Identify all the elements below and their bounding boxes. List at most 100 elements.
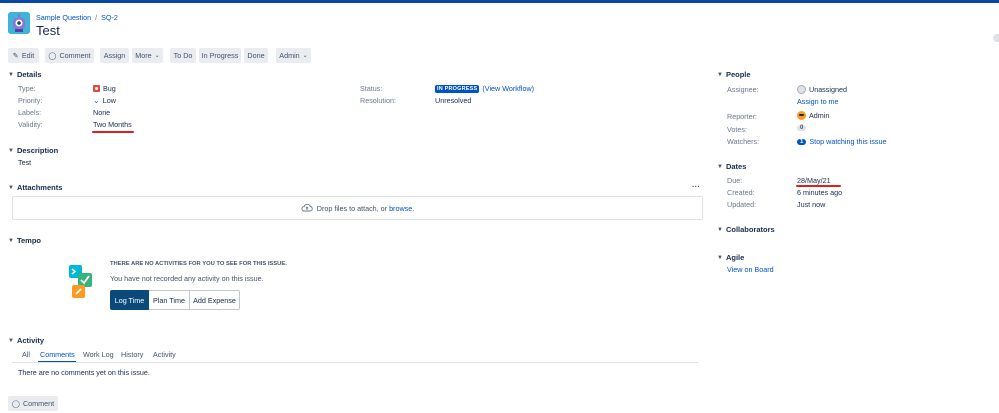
no-comments-text: There are no comments yet on this issue.: [18, 368, 150, 377]
updated-label: Updated:: [727, 200, 757, 209]
validity-value[interactable]: Two Months: [93, 120, 132, 129]
tab-work-log[interactable]: Work Log: [83, 350, 114, 359]
project-avatar[interactable]: [8, 12, 30, 34]
pencil-icon: ✎: [12, 51, 19, 60]
agile-heading-label: Agile: [725, 253, 745, 262]
tabs-divider: [12, 362, 698, 363]
watchers-value[interactable]: 1 Stop watching this issue: [797, 137, 886, 146]
agile-heading[interactable]: ▼ Agile: [717, 253, 744, 262]
chevron-down-icon: ▼: [8, 147, 14, 154]
created-value: 6 minutes ago: [797, 188, 843, 197]
page-title: Test: [36, 23, 60, 38]
watchers-label: Watchers:: [727, 137, 760, 146]
tempo-heading-label: Tempo: [16, 236, 41, 245]
chevron-down-icon: ▼: [8, 71, 14, 78]
edit-button[interactable]: ✎ Edit: [8, 48, 39, 63]
attachment-dropzone[interactable]: Drop files to attach, or browse.: [12, 196, 703, 220]
breadcrumb-project[interactable]: Sample Question: [36, 13, 91, 22]
tempo-illustration-icon: [68, 264, 94, 300]
comment-button[interactable]: ◯ Comment: [45, 48, 94, 63]
description-text[interactable]: Test: [18, 158, 31, 167]
description-heading-label: Description: [16, 146, 59, 155]
votes-label: Votes:: [727, 125, 747, 134]
log-time-button[interactable]: Log Time: [110, 290, 149, 310]
assignee-value-label: Unassigned: [809, 85, 847, 94]
annotation-underline: [796, 185, 841, 187]
status-label: Status:: [360, 84, 383, 93]
chevron-down-icon: ⌄: [154, 53, 160, 59]
top-bar: [0, 0, 999, 3]
dates-heading-label: Dates: [725, 162, 747, 171]
assignee-value[interactable]: Unassigned: [797, 85, 847, 94]
breadcrumb-issue-key[interactable]: SQ-2: [101, 13, 118, 22]
chevron-down-icon: ▼: [8, 184, 14, 191]
collaborators-heading[interactable]: ▼ Collaborators: [717, 225, 775, 234]
resolution-label: Resolution:: [360, 96, 396, 105]
breadcrumb-separator: /: [95, 13, 98, 22]
details-heading[interactable]: ▼ Details: [8, 70, 42, 79]
due-value: 28/May/21: [797, 176, 831, 185]
tempo-not-recorded: You have not recorded any activity on th…: [110, 274, 264, 283]
details-heading-label: Details: [16, 70, 42, 79]
assign-to-me-link[interactable]: Assign to me: [797, 97, 839, 106]
tab-all[interactable]: All: [22, 350, 30, 359]
edit-button-label: Edit: [21, 51, 35, 60]
plan-time-button[interactable]: Plan Time: [149, 290, 190, 310]
admin-button-label: Admin: [279, 51, 300, 60]
comment-icon: ◯: [48, 51, 57, 60]
todo-button[interactable]: To Do: [170, 48, 196, 63]
tab-comments[interactable]: Comments: [40, 350, 75, 359]
votes-value[interactable]: 0: [797, 125, 807, 131]
view-on-board-link[interactable]: View on Board: [727, 265, 774, 274]
status-value: IN PROGRESS (View Workflow): [435, 84, 534, 93]
bottom-comment-button[interactable]: ◯ Comment: [8, 396, 58, 411]
reporter-value[interactable]: Admin: [797, 111, 829, 120]
more-button[interactable]: More ⌄: [132, 48, 163, 63]
type-label: Type:: [18, 84, 36, 93]
chevron-down-icon: ▼: [717, 71, 723, 78]
browse-link[interactable]: browse.: [389, 204, 414, 213]
priority-value[interactable]: ⌄ Low: [93, 96, 116, 105]
annotation-underline: [92, 131, 134, 133]
bottom-comment-button-label: Comment: [22, 399, 55, 408]
attachments-more-button[interactable]: ···: [692, 182, 700, 191]
side-panel-handle[interactable]: [993, 34, 999, 42]
activity-heading[interactable]: ▼ Activity: [8, 336, 44, 345]
dates-heading[interactable]: ▼ Dates: [717, 162, 746, 171]
priority-value-label: Low: [102, 96, 116, 105]
tempo-heading[interactable]: ▼ Tempo: [8, 236, 41, 245]
status-lozenge[interactable]: IN PROGRESS: [435, 84, 480, 93]
priority-low-icon: ⌄: [93, 96, 100, 105]
tab-activity[interactable]: Activity: [153, 350, 176, 359]
type-value-label: Bug: [103, 84, 116, 93]
done-button[interactable]: Done: [244, 48, 268, 63]
created-label: Created:: [727, 188, 755, 197]
tab-history[interactable]: History: [121, 350, 143, 359]
priority-label: Priority:: [18, 96, 43, 105]
tempo-no-activities: THERE ARE NO ACTIVITIES FOR YOU TO SEE F…: [110, 261, 287, 267]
activity-heading-label: Activity: [16, 336, 45, 345]
stop-watching-link[interactable]: Stop watching this issue: [809, 137, 886, 146]
in-progress-button[interactable]: In Progress: [199, 48, 241, 63]
view-workflow-link[interactable]: (View Workflow): [482, 84, 534, 93]
resolution-value: Unresolved: [435, 96, 472, 105]
chevron-down-icon: ▼: [717, 226, 723, 233]
description-heading[interactable]: ▼ Description: [8, 146, 58, 155]
attachments-heading[interactable]: ▼ Attachments: [8, 183, 62, 192]
breadcrumb: Sample Question / SQ-2: [36, 13, 118, 22]
labels-value[interactable]: None: [93, 108, 110, 117]
more-button-label: More: [135, 51, 152, 60]
collaborators-heading-label: Collaborators: [725, 225, 775, 234]
add-expense-button[interactable]: Add Expense: [190, 290, 240, 310]
assign-button[interactable]: Assign: [100, 48, 129, 63]
robot-icon: [8, 12, 30, 34]
reporter-label: Reporter:: [727, 112, 757, 121]
admin-button[interactable]: Admin ⌄: [276, 48, 311, 63]
people-heading[interactable]: ▼ People: [717, 70, 751, 79]
admin-avatar-icon: [797, 111, 806, 120]
labels-label: Labels:: [18, 108, 42, 117]
chevron-down-icon: ▼: [8, 237, 14, 244]
comment-button-label: Comment: [59, 51, 91, 60]
chevron-down-icon: ▼: [717, 254, 723, 261]
type-value[interactable]: Bug: [93, 84, 116, 93]
